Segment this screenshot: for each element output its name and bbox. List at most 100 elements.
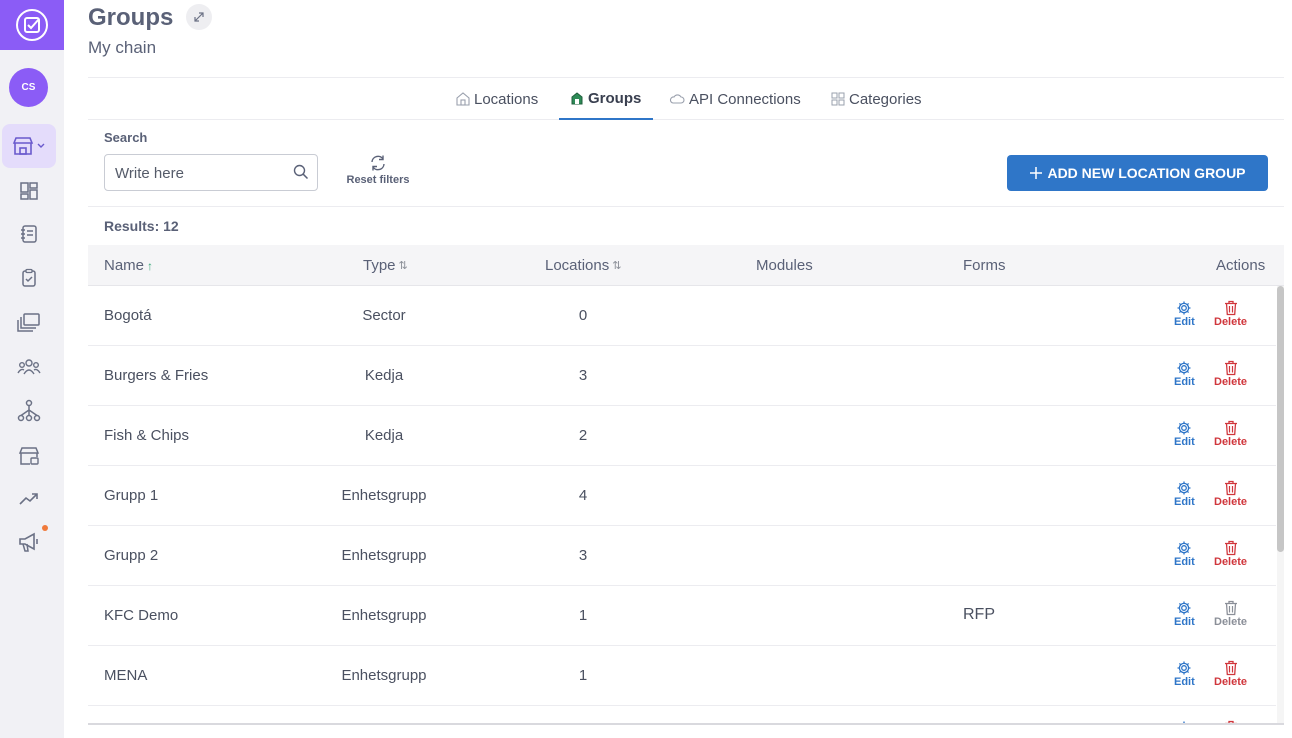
sidebar-item-analytics[interactable] (14, 484, 44, 514)
add-location-group-button[interactable]: ADD NEW LOCATION GROUP (1007, 155, 1268, 191)
cell-locations: 3 (578, 367, 588, 384)
delete-button[interactable]: Delete (1214, 420, 1247, 448)
gear-icon (1177, 481, 1191, 495)
edit-label: Edit (1174, 496, 1195, 508)
store-settings-icon (18, 447, 40, 465)
sidebar-item-hierarchy[interactable] (14, 396, 44, 426)
sidebar-item-announcements[interactable] (14, 527, 44, 557)
column-header-modules: Modules (756, 257, 813, 274)
sidebar-item-dashboard[interactable] (14, 176, 44, 206)
table-row: Grupp 1 Enhetsgrupp 4 Edit Delete (88, 466, 1276, 526)
trash-icon (1224, 480, 1237, 496)
sidebar-item-stores[interactable] (2, 124, 56, 168)
trash-icon (1224, 660, 1237, 676)
table-row: Burgers & Fries Kedja 3 Edit Delete (88, 346, 1276, 406)
column-header-name[interactable]: Name ↑ (104, 257, 153, 274)
cell-name: Burgers & Fries (104, 367, 209, 384)
delete-label: Delete (1214, 496, 1248, 508)
edit-button[interactable]: Edit (1174, 600, 1195, 628)
edit-button[interactable]: Edit (1174, 660, 1195, 688)
sidebar-item-notebook[interactable] (14, 219, 44, 249)
sidebar-item-users[interactable] (14, 352, 44, 382)
delete-button[interactable]: Delete (1214, 540, 1247, 568)
app-logo[interactable] (0, 0, 64, 50)
table-row: KFC Demo Enhetsgrupp 1 RFP Edit Delete (88, 586, 1276, 646)
edit-button[interactable]: Edit (1174, 480, 1195, 508)
sidebar-item-layers[interactable] (14, 307, 44, 337)
users-icon (17, 359, 41, 375)
sidebar-item-checklists[interactable] (14, 263, 44, 293)
avatar[interactable]: CS (9, 68, 48, 107)
edit-button[interactable]: Edit (1174, 360, 1195, 388)
page-title: Groups (88, 4, 174, 31)
edit-label: Edit (1174, 436, 1195, 448)
expand-button[interactable] (186, 4, 212, 30)
delete-button[interactable]: Delete (1214, 600, 1247, 628)
tab-label: Categories (849, 90, 922, 108)
scrollbar-thumb[interactable] (1277, 286, 1284, 552)
column-header-label: Locations (545, 257, 610, 274)
add-location-group-label: ADD NEW LOCATION GROUP (1047, 165, 1246, 181)
building-icon (571, 92, 583, 105)
cell-locations: 1 (578, 667, 588, 684)
delete-button[interactable]: Delete (1214, 660, 1247, 688)
reset-filters-label: Reset filters (346, 174, 410, 186)
toolbar-divider (88, 206, 1284, 207)
tab-groups[interactable]: Groups (559, 78, 653, 120)
cell-name: Fish & Chips (104, 427, 190, 444)
edit-button[interactable]: Edit (1174, 420, 1195, 448)
cell-name: MENA (104, 667, 148, 684)
column-header-locations[interactable]: Locations ⇅ (545, 257, 621, 274)
reset-filters-button[interactable]: Reset filters (338, 154, 418, 192)
cell-locations: 2 (578, 427, 588, 444)
edit-label: Edit (1174, 556, 1195, 568)
sort-ascending-icon: ↑ (147, 258, 154, 273)
edit-label: Edit (1174, 616, 1195, 628)
cell-type: Kedja (364, 427, 404, 444)
cell-locations: 3 (578, 547, 588, 564)
gear-icon (1177, 421, 1191, 435)
sidebar-item-store-settings[interactable] (14, 441, 44, 471)
tab-categories[interactable]: Categories (831, 78, 931, 120)
search-icon[interactable] (293, 164, 309, 180)
cell-type: Enhetsgrupp (341, 607, 427, 624)
table-row: Grupp 2 Enhetsgrupp 3 Edit Delete (88, 526, 1276, 586)
column-header-label: Actions (1216, 257, 1266, 274)
notebook-icon (21, 225, 37, 243)
delete-label: Delete (1214, 556, 1248, 568)
cell-type: Enhetsgrupp (341, 487, 427, 504)
table-body: Bogotá Sector 0 Edit Delete Burgers & Fries Ke… (88, 286, 1284, 724)
table-scrollbar[interactable] (1277, 286, 1284, 724)
cell-locations: 4 (578, 487, 588, 504)
column-header-label: Name (104, 257, 145, 274)
cell-locations: 0 (578, 307, 588, 324)
sort-icon: ⇅ (612, 260, 622, 272)
edit-button[interactable]: Edit (1174, 300, 1195, 328)
delete-label: Delete (1214, 616, 1248, 628)
gear-icon (1177, 361, 1191, 375)
cell-name: Bogotá (104, 307, 152, 324)
search-input[interactable] (115, 163, 285, 183)
cell-name: KFC Demo (104, 607, 179, 624)
trash-icon (1224, 540, 1237, 556)
check-square-icon (16, 9, 48, 41)
tab-label: Groups (588, 89, 642, 107)
cell-locations: 1 (578, 607, 588, 624)
delete-button[interactable]: Delete (1214, 480, 1247, 508)
delete-button[interactable]: Delete (1214, 300, 1247, 328)
app-root: CS Groups My chain Locations Groups API … (0, 0, 1292, 738)
cell-type: Enhetsgrupp (341, 667, 427, 684)
search-label: Search (104, 130, 148, 145)
delete-label: Delete (1214, 316, 1248, 328)
search-box (104, 154, 318, 191)
grid-icon (831, 92, 845, 106)
tab-locations[interactable]: Locations (456, 78, 546, 120)
cell-type: Enhetsgrupp (341, 547, 427, 564)
column-header-type[interactable]: Type ⇅ (363, 257, 408, 274)
table-bottom-border (88, 723, 1284, 725)
home-icon (456, 92, 470, 106)
edit-button[interactable]: Edit (1174, 540, 1195, 568)
delete-button[interactable]: Delete (1214, 360, 1247, 388)
tab-api-connections[interactable]: API Connections (669, 78, 809, 120)
groups-card: Locations Groups API Connections Categor… (88, 77, 1284, 738)
